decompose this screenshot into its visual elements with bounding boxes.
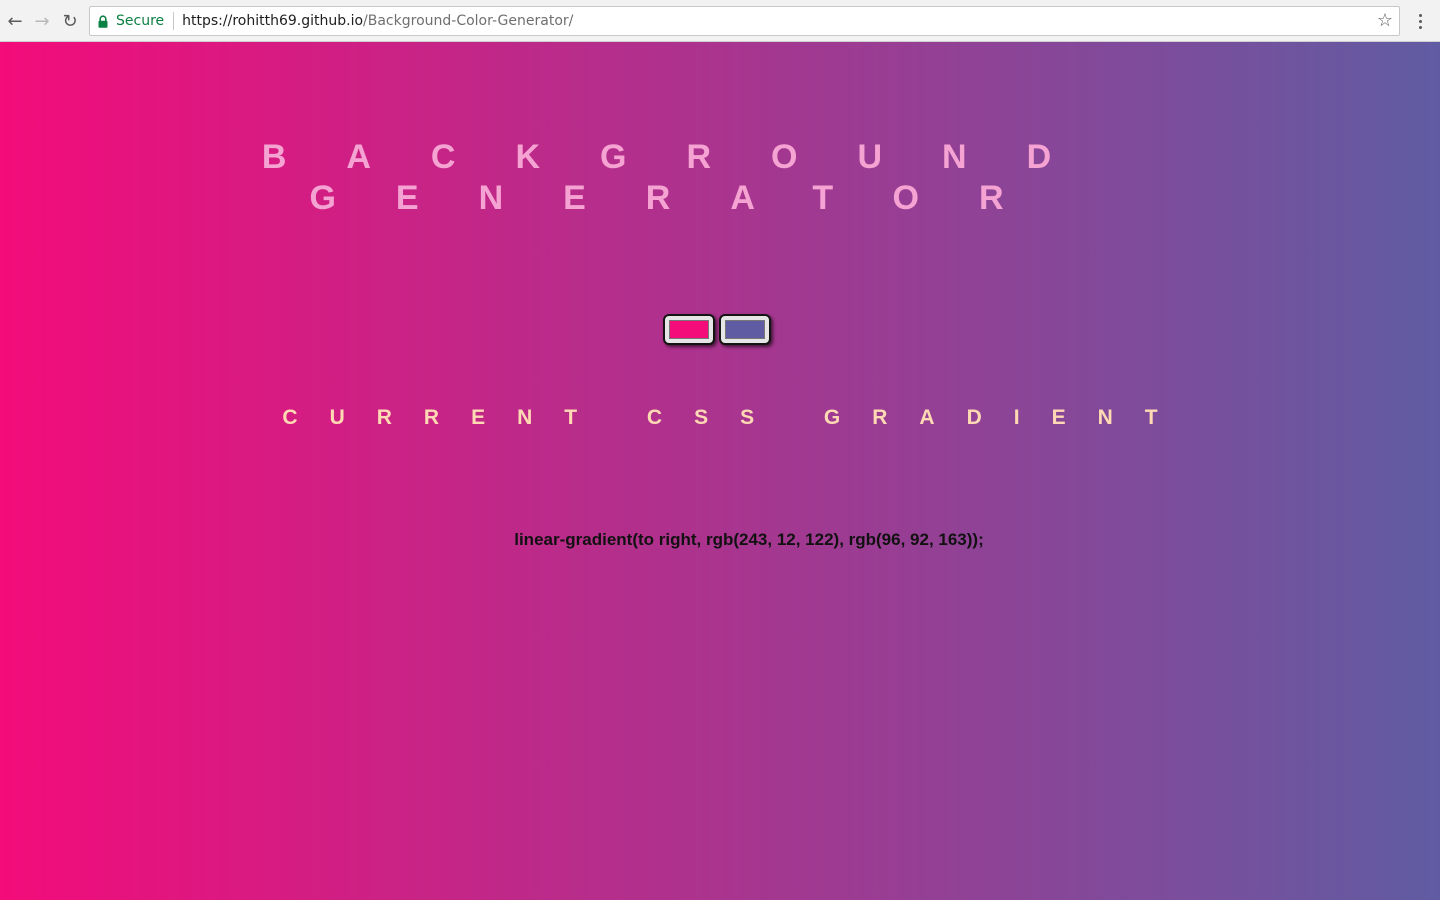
browser-toolbar: ← → ↻ Secure https://rohitth69.github.io… [0, 0, 1440, 42]
page-title: BACKGROUND GENERATOR [0, 137, 1373, 219]
title-line-2: GENERATOR [309, 179, 1064, 217]
current-gradient-heading: CURRENT CSS GRADIENT [282, 406, 1190, 429]
url-text[interactable]: https://rohitth69.github.io/Background-C… [182, 13, 573, 29]
browser-menu-icon[interactable] [1410, 10, 1430, 32]
color-2-swatch [725, 320, 765, 339]
bookmark-star-icon[interactable]: ☆ [1377, 10, 1393, 31]
color-1-swatch [669, 320, 709, 339]
url-host: https://rohitth69.github.io [182, 13, 364, 29]
color-input-1[interactable] [663, 314, 715, 345]
address-divider [173, 12, 175, 30]
url-path: /Background-Color-Generator/ [363, 13, 574, 29]
title-line-1: BACKGROUND [261, 138, 1112, 176]
secure-label: Secure [116, 13, 165, 29]
color-input-2[interactable] [719, 314, 771, 345]
gradient-background: BACKGROUND GENERATOR CURRENT CSS GRADIEN… [0, 42, 1440, 900]
back-arrow-icon[interactable]: ← [4, 10, 26, 32]
lock-icon [98, 14, 108, 28]
reload-icon[interactable]: ↻ [59, 10, 81, 32]
address-bar[interactable]: Secure https://rohitth69.github.io/Backg… [89, 6, 1400, 36]
forward-arrow-icon[interactable]: → [31, 10, 53, 32]
color-pickers [663, 314, 771, 345]
css-gradient-output: linear-gradient(to right, rgb(243, 12, 1… [514, 530, 984, 549]
